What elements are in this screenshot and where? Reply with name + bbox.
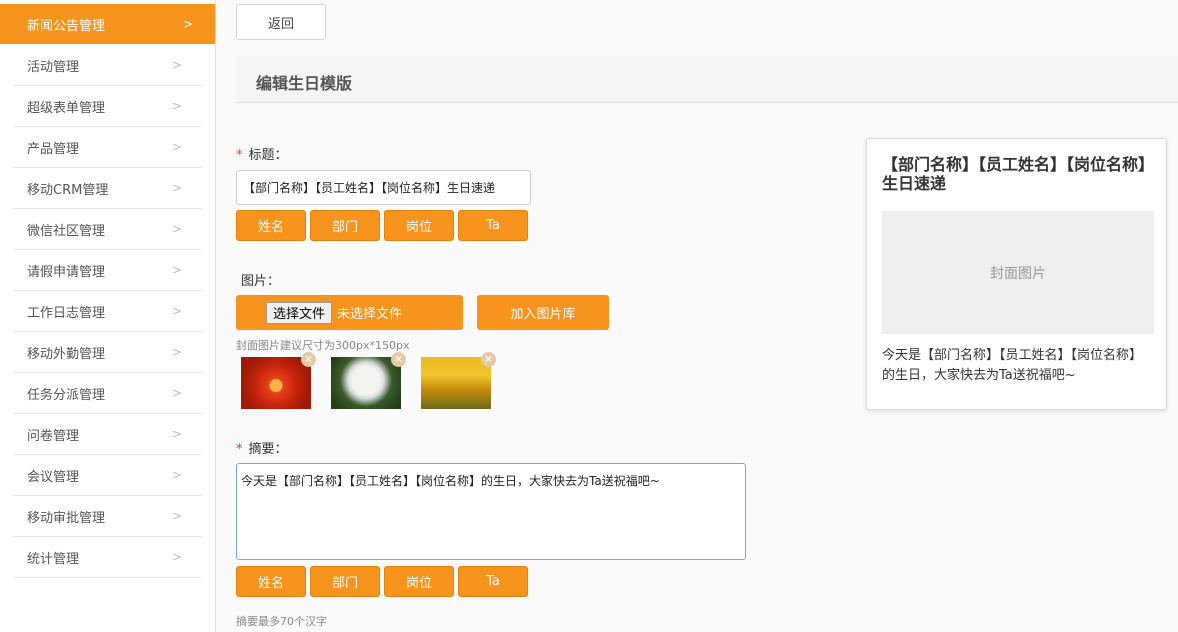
title-input[interactable]: 【部门名称】【员工姓名】【岗位名称】生日速递 [236, 170, 531, 205]
thumbnail-image [421, 357, 491, 409]
summary-label-text: 摘要： [248, 442, 288, 457]
preview-summary: 今天是【部门名称】【员工姓名】【岗位名称】的生日，大家快去为Ta送祝福吧~ [882, 348, 1143, 383]
insert-name-button[interactable]: 姓名 [236, 210, 306, 241]
required-mark: * [236, 442, 243, 457]
sidebar-item-approval[interactable]: 移动审批管理 > [13, 496, 202, 537]
chevron-right-icon: > [171, 386, 182, 400]
sidebar-item-meeting[interactable]: 会议管理 > [13, 455, 202, 496]
chevron-right-icon: > [171, 181, 182, 195]
chevron-right-icon: > [171, 304, 182, 318]
chevron-right-icon: > [171, 222, 182, 236]
title-field-label: * 标题： [236, 144, 288, 163]
insert-position-button[interactable]: 岗位 [384, 566, 454, 597]
thumbnail[interactable]: × [421, 352, 496, 409]
thumbnail-image [241, 357, 311, 409]
sidebar-item-label: 请假申请管理 [27, 264, 106, 280]
file-upload[interactable]: 选择文件 未选择文件 [236, 295, 463, 330]
page-header [236, 56, 1178, 102]
chevron-right-icon: > [171, 550, 182, 564]
title-insert-tags: 姓名 部门 岗位 Ta [236, 210, 528, 241]
preview-title: 【部门名称】【员工姓名】【岗位名称】生日速递 [882, 155, 1147, 193]
chevron-right-icon: > [171, 427, 182, 441]
remove-icon[interactable]: × [391, 352, 406, 367]
sidebar-item-label: 统计管理 [27, 551, 80, 567]
insert-department-button[interactable]: 部门 [310, 210, 380, 241]
page-title: 编辑生日模版 [256, 74, 353, 93]
divider [236, 102, 1178, 103]
remove-icon[interactable]: × [301, 352, 316, 367]
sidebar-item-label: 移动CRM管理 [27, 182, 109, 198]
sidebar-item-activity[interactable]: 活动管理 > [13, 45, 202, 86]
insert-name-button[interactable]: 姓名 [236, 566, 306, 597]
preview-cover-placeholder: 封面图片 [882, 211, 1154, 334]
sidebar-item-label: 新闻公告管理 [27, 18, 106, 34]
sidebar-item-label: 任务分派管理 [27, 387, 106, 403]
sidebar-item-label: 问卷管理 [27, 428, 80, 444]
sidebar-item-label: 超级表单管理 [27, 100, 106, 116]
sidebar-item-label: 活动管理 [27, 59, 80, 75]
add-to-library-button[interactable]: 加入图片库 [477, 295, 609, 330]
chevron-right-icon: > [171, 468, 182, 482]
title-label-text: 标题： [248, 148, 288, 163]
sidebar-item-wechat[interactable]: 微信社区管理 > [13, 209, 202, 250]
insert-department-button[interactable]: 部门 [310, 566, 380, 597]
sidebar-item-task[interactable]: 任务分派管理 > [13, 373, 202, 414]
remove-icon[interactable]: × [481, 352, 496, 367]
sidebar: 新闻公告管理 > 活动管理 > 超级表单管理 > 产品管理 > 移动CRM管理 > 微信社… [0, 0, 216, 632]
sidebar-item-label: 会议管理 [27, 469, 80, 485]
back-button[interactable]: 返回 [236, 4, 326, 40]
chevron-right-icon: > [171, 263, 182, 277]
chevron-right-icon: > [171, 58, 182, 72]
sidebar-item-leave[interactable]: 请假申请管理 > [13, 250, 202, 291]
sidebar-item-crm[interactable]: 移动CRM管理 > [13, 168, 202, 209]
image-field-label: 图片： [241, 274, 281, 289]
summary-insert-tags: 姓名 部门 岗位 Ta [236, 566, 528, 597]
sidebar-item-news[interactable]: 新闻公告管理 > [0, 4, 215, 44]
chevron-right-icon: > [171, 345, 182, 359]
sidebar-item-product[interactable]: 产品管理 > [13, 127, 202, 168]
sidebar-item-super-form[interactable]: 超级表单管理 > [13, 86, 202, 127]
summary-length-hint: 摘要最多70个汉字 [236, 615, 327, 628]
insert-ta-button[interactable]: Ta [458, 566, 528, 597]
sidebar-item-stats[interactable]: 统计管理 > [13, 537, 202, 578]
insert-position-button[interactable]: 岗位 [384, 210, 454, 241]
sidebar-item-survey[interactable]: 问卷管理 > [13, 414, 202, 455]
summary-field-label: * 摘要： [236, 438, 288, 457]
sidebar-item-label: 微信社区管理 [27, 223, 106, 239]
summary-textarea[interactable]: 今天是【部门名称】【员工姓名】【岗位名称】的生日，大家快去为Ta送祝福吧~ [236, 463, 746, 560]
choose-file-button[interactable]: 选择文件 [266, 301, 333, 324]
chevron-right-icon: > [171, 509, 182, 523]
sidebar-item-label: 工作日志管理 [27, 305, 106, 321]
sidebar-item-field[interactable]: 移动外勤管理 > [13, 332, 202, 373]
thumbnail[interactable]: × [331, 352, 406, 409]
thumbnail-image [331, 357, 401, 409]
sidebar-item-worklog[interactable]: 工作日志管理 > [13, 291, 202, 332]
main-content: 返回 编辑生日模版 * 标题： 【部门名称】【员工姓名】【岗位名称】生日速递 姓名… [216, 0, 1178, 632]
file-status-text: 未选择文件 [337, 307, 403, 322]
preview-card: 【部门名称】【员工姓名】【岗位名称】生日速递 封面图片 今天是【部门名称】【员工… [866, 138, 1167, 410]
chevron-right-icon: > [171, 99, 182, 113]
chevron-right-icon: > [171, 140, 182, 154]
sidebar-item-label: 移动审批管理 [27, 510, 106, 526]
sidebar-item-label: 产品管理 [27, 141, 80, 157]
sidebar-item-label: 移动外勤管理 [27, 346, 106, 362]
image-size-hint: 封面图片建议尺寸为300px*150px [236, 339, 410, 352]
insert-ta-button[interactable]: Ta [458, 210, 528, 241]
thumbnail[interactable]: × [241, 352, 316, 409]
required-mark: * [236, 148, 243, 163]
chevron-right-icon: > [182, 17, 193, 31]
